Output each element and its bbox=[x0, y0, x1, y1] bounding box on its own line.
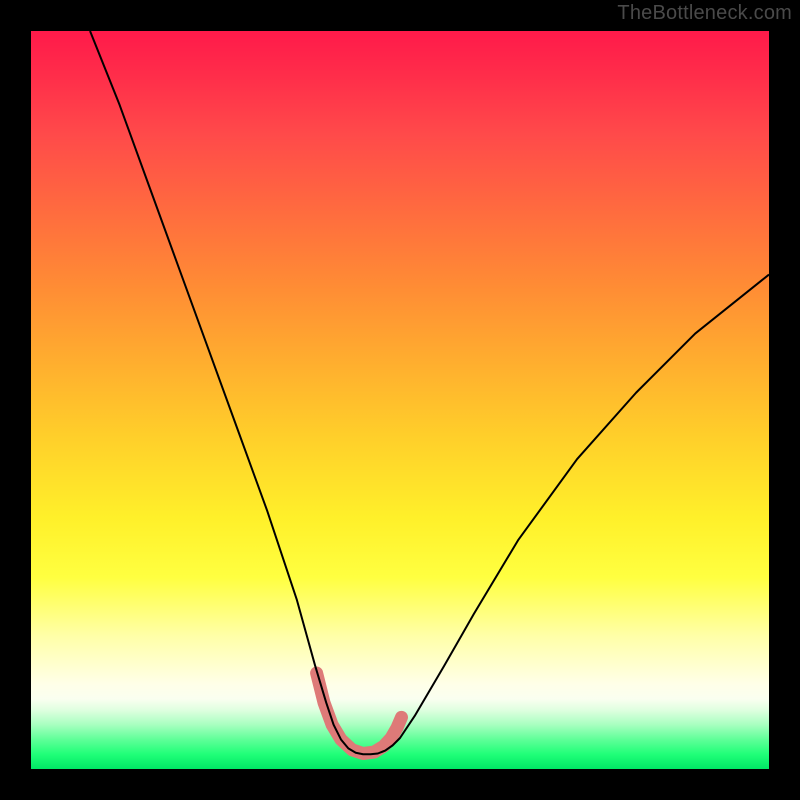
main-curve-series bbox=[90, 31, 769, 754]
chart-frame: TheBottleneck.com bbox=[0, 0, 800, 800]
watermark-text: TheBottleneck.com bbox=[617, 2, 792, 25]
curve-layer bbox=[31, 31, 769, 769]
plot-area bbox=[31, 31, 769, 769]
main-curve-path bbox=[90, 31, 769, 754]
